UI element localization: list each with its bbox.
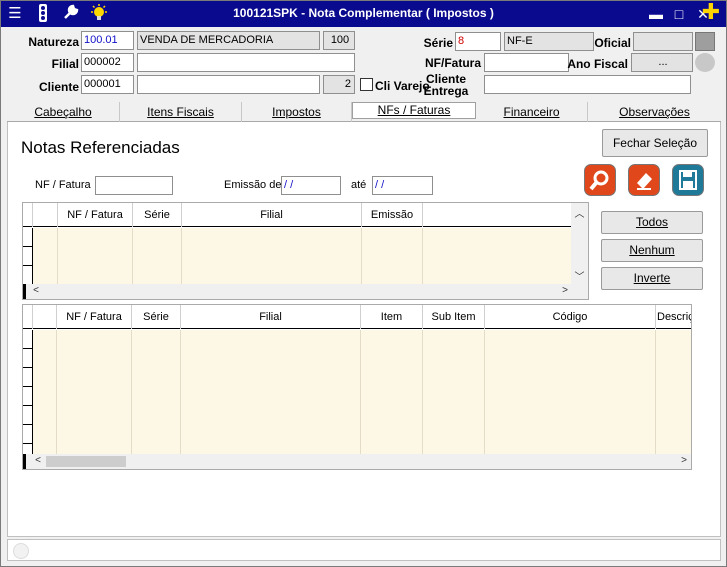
ano-fiscal-label: Ano Fiscal [567,57,628,71]
cliente-entrega-label: Cliente Entrega [423,72,469,98]
tab-impostos[interactable]: Impostos [242,102,352,122]
column-header[interactable]: Filial [181,305,361,329]
main-window: ☰ 100121SPK - Nota Complementar ( Impost… [0,0,727,567]
section-title: Notas Referenciadas [21,138,180,157]
oficial-field [633,32,693,51]
column-header[interactable]: Código [485,305,656,329]
serie-desc-field: NF-E [504,32,594,51]
row-selector[interactable] [23,228,33,284]
ate-label: até [351,179,367,191]
eraser-icon [637,173,652,190]
nenhum-button[interactable]: Nenhum [601,239,703,262]
emissao-de-input[interactable]: / / [281,176,341,195]
column-header[interactable]: Emissão [362,203,423,227]
tab-observacoes[interactable]: Observações [588,102,721,122]
scroll-left-icon[interactable]: < [32,455,44,466]
clear-button[interactable] [628,164,660,196]
nf-fatura-label: NF/Fatura [424,56,481,70]
invoice-items-grid[interactable]: NF / Fatura Série Filial Item Sub Item C… [22,304,692,470]
window-title: 100121SPK - Nota Complementar ( Impostos… [233,6,494,20]
referenced-notes-grid[interactable]: NF / Fatura Série Filial Emissão ︿ ﹀ < > [22,202,589,300]
calendar-icon[interactable] [695,53,715,72]
grid-header: NF / Fatura Série Filial Item Sub Item C… [23,305,691,329]
filial-desc-field[interactable] [137,53,355,72]
column-header[interactable]: Sub Item [423,305,485,329]
ano-fiscal-field[interactable]: ... [631,53,693,72]
nf-fatura-filter-input[interactable] [95,176,173,195]
serie-label: Série [423,36,453,50]
tab-cabecalho[interactable]: Cabeçalho [7,102,120,122]
column-header[interactable]: Descriç [656,305,691,329]
nf-fatura-filter-label: NF / Fatura [35,179,91,191]
horizontal-scrollbar[interactable]: < > [23,284,588,299]
tab-financeiro[interactable]: Financeiro [476,102,588,122]
row-selector[interactable] [23,330,33,454]
status-indicator-icon [13,543,29,559]
column-header[interactable]: Filial [182,203,362,227]
natureza-code-field[interactable]: 100.01 [81,31,134,50]
inverte-button[interactable]: Inverte [601,267,703,290]
row-selector-header [23,203,33,227]
serie-field[interactable]: 8 [455,32,501,51]
oficial-toggle-button[interactable] [695,32,715,51]
cliente-desc-field[interactable] [137,75,320,94]
natureza-desc-field: VENDA DE MERCADORIA [137,31,320,50]
horizontal-scrollbar[interactable]: < > [23,454,691,469]
emissao-de-label: Emissão de [224,179,282,191]
add-icon[interactable]: ✚ [701,1,721,23]
cliente-num-field: 2 [323,75,355,94]
cliente-label: Cliente [38,80,79,94]
scrollbar-thumb[interactable] [46,456,126,467]
ate-input[interactable]: / / [372,176,433,195]
scroll-up-icon[interactable]: ︿ [571,205,588,220]
tab-bar: Cabeçalho Itens Fiscais Impostos NFs / F… [7,102,721,122]
oficial-label: Oficial [594,36,631,50]
column-header[interactable]: NF / Fatura [58,203,133,227]
status-bar [7,539,721,561]
save-button[interactable] [672,164,704,196]
scroll-right-icon[interactable]: > [678,455,690,466]
tab-nfs-faturas[interactable]: NFs / Faturas [352,102,476,119]
grid-body[interactable] [33,228,571,284]
fechar-selecao-button[interactable]: Fechar Seleção [602,129,708,157]
todos-button[interactable]: Todos [601,211,703,234]
maximize-button[interactable]: □ [669,4,689,24]
tab-itens-fiscais[interactable]: Itens Fiscais [120,102,242,122]
cliente-entrega-field[interactable] [484,75,691,94]
scroll-left-icon[interactable]: < [30,285,42,296]
floppy-disk-icon [679,170,697,190]
row-selector-header [23,305,33,329]
scroll-down-icon[interactable]: ﹀ [571,268,588,283]
column-header[interactable]: Série [133,203,182,227]
column-header[interactable]: Série [132,305,181,329]
grid-header: NF / Fatura Série Filial Emissão [23,203,571,227]
vertical-scrollbar[interactable]: ︿ ﹀ [571,203,588,284]
cli-varejo-checkbox[interactable] [360,78,373,91]
checkbox-column-header[interactable] [33,203,58,227]
filial-label: Filial [51,57,79,71]
cliente-code-field[interactable]: 000001 [81,75,134,94]
minimize-button[interactable]: ▬ [646,4,666,24]
search-button[interactable] [584,164,616,196]
filial-code-field[interactable]: 000002 [81,53,134,72]
nfs-faturas-panel: Notas Referenciadas Fechar Seleção NF / … [7,122,721,537]
grid-body[interactable] [33,330,691,454]
title-bar: ☰ 100121SPK - Nota Complementar ( Impost… [1,1,726,27]
scroll-right-icon[interactable]: > [559,285,571,296]
natureza-label: Natureza [28,35,79,49]
column-header[interactable]: Item [361,305,423,329]
natureza-num-field: 100 [323,31,355,50]
nf-fatura-field[interactable] [484,53,569,72]
column-header[interactable]: NF / Fatura [57,305,132,329]
search-icon [589,170,609,191]
checkbox-column-header[interactable] [33,305,57,329]
